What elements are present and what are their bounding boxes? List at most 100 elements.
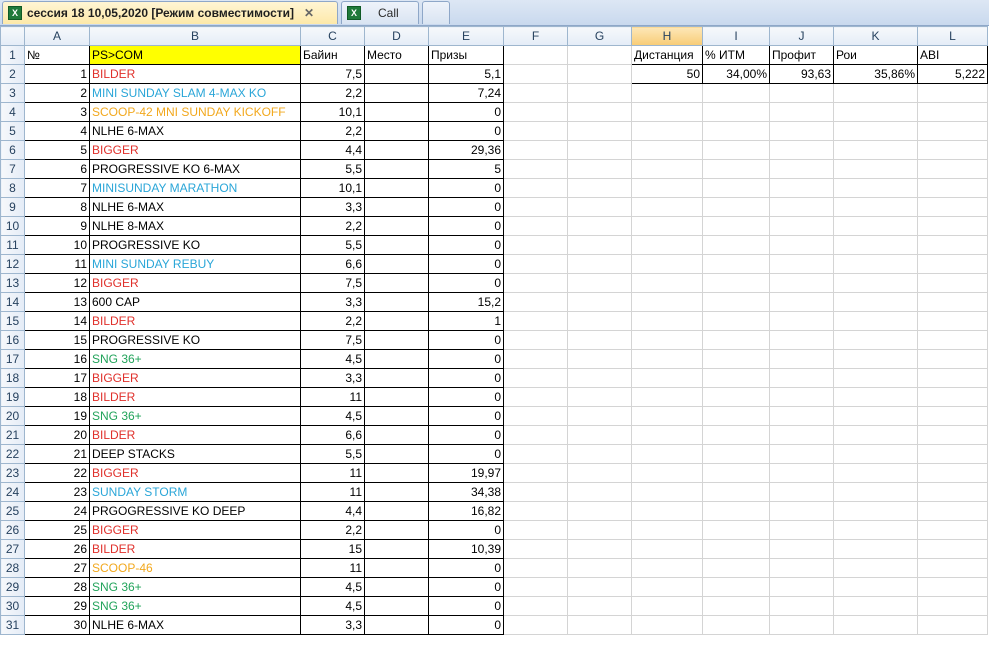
cell-tournament-name[interactable]: SNG 36+ [89, 577, 301, 597]
cell[interactable] [833, 577, 918, 597]
cell-number[interactable]: 4 [24, 121, 90, 141]
cell[interactable] [702, 406, 770, 426]
cell-place[interactable] [364, 159, 429, 179]
cell[interactable] [567, 292, 632, 312]
row-header[interactable]: 31 [0, 615, 25, 635]
cell-place[interactable] [364, 121, 429, 141]
cell-tournament-name[interactable]: MINISUNDAY MARATHON [89, 178, 301, 198]
cell[interactable] [631, 577, 703, 597]
cell[interactable] [702, 235, 770, 255]
cell-tournament-name[interactable]: BILDER [89, 425, 301, 445]
cell[interactable] [503, 615, 568, 635]
cell[interactable] [769, 159, 834, 179]
header-cell-tournament[interactable]: PS>COM [89, 45, 301, 65]
cell[interactable] [917, 292, 988, 312]
row-header[interactable]: 26 [0, 520, 25, 540]
cell[interactable] [503, 577, 568, 597]
cell-place[interactable] [364, 102, 429, 122]
cell[interactable] [631, 330, 703, 350]
cell[interactable] [702, 349, 770, 369]
cell[interactable] [567, 273, 632, 293]
cell-place[interactable] [364, 311, 429, 331]
cell[interactable] [702, 311, 770, 331]
cell[interactable] [503, 444, 568, 464]
cell[interactable] [833, 596, 918, 616]
cell[interactable] [567, 159, 632, 179]
row-header[interactable]: 19 [0, 387, 25, 407]
cell-number[interactable]: 27 [24, 558, 90, 578]
cell[interactable] [769, 83, 834, 103]
cell[interactable] [769, 615, 834, 635]
row-header[interactable]: 16 [0, 330, 25, 350]
cell-buyin[interactable]: 7,5 [300, 330, 365, 350]
column-header-g[interactable]: G [567, 26, 632, 46]
cell[interactable] [769, 596, 834, 616]
cell[interactable] [833, 482, 918, 502]
header-cell-distance[interactable]: Дистанция [631, 45, 703, 65]
cell-place[interactable] [364, 596, 429, 616]
cell[interactable] [769, 216, 834, 236]
row-header[interactable]: 21 [0, 425, 25, 445]
cell-number[interactable]: 19 [24, 406, 90, 426]
cell-tournament-name[interactable]: 600 CAP [89, 292, 301, 312]
cell[interactable] [833, 311, 918, 331]
cell[interactable] [503, 178, 568, 198]
cell[interactable] [631, 387, 703, 407]
cell-tournament-name[interactable]: MINI SUNDAY REBUY [89, 254, 301, 274]
close-icon[interactable]: ✕ [304, 6, 314, 20]
cell-prize[interactable]: 19,97 [428, 463, 504, 483]
header-cell-profit[interactable]: Профит [769, 45, 834, 65]
cell-buyin[interactable]: 4,4 [300, 501, 365, 521]
cell-buyin[interactable]: 10,1 [300, 178, 365, 198]
cell-buyin[interactable]: 4,5 [300, 596, 365, 616]
cell-number[interactable]: 25 [24, 520, 90, 540]
cell[interactable] [769, 254, 834, 274]
cell[interactable] [833, 501, 918, 521]
cell[interactable] [702, 159, 770, 179]
cell[interactable] [769, 387, 834, 407]
cell-buyin[interactable]: 2,2 [300, 311, 365, 331]
cell[interactable] [503, 406, 568, 426]
cell[interactable] [702, 463, 770, 483]
cell[interactable] [917, 121, 988, 141]
cell[interactable] [567, 482, 632, 502]
cell[interactable] [631, 425, 703, 445]
cell-place[interactable] [364, 197, 429, 217]
cell[interactable] [833, 349, 918, 369]
cell[interactable] [631, 520, 703, 540]
column-header-k[interactable]: K [833, 26, 918, 46]
cell-tournament-name[interactable]: MINI SUNDAY SLAM 4-MAX KO [89, 83, 301, 103]
cell[interactable] [567, 235, 632, 255]
cell-number[interactable]: 26 [24, 539, 90, 559]
cell-place[interactable] [364, 330, 429, 350]
header-cell-number[interactable]: № [24, 45, 90, 65]
cell-buyin[interactable]: 2,2 [300, 520, 365, 540]
cell[interactable] [503, 64, 568, 84]
tab-session[interactable]: X сессия 18 10,05,2020 [Режим совместимо… [2, 1, 338, 24]
cell-place[interactable] [364, 273, 429, 293]
cell-place[interactable] [364, 235, 429, 255]
cell[interactable] [769, 406, 834, 426]
row-header[interactable]: 18 [0, 368, 25, 388]
cell-tournament-name[interactable]: BIGGER [89, 140, 301, 160]
cell[interactable] [769, 121, 834, 141]
cell[interactable] [769, 482, 834, 502]
cell[interactable] [631, 349, 703, 369]
cell-number[interactable]: 21 [24, 444, 90, 464]
cell-buyin[interactable]: 11 [300, 482, 365, 502]
cell-number[interactable]: 15 [24, 330, 90, 350]
cell[interactable] [769, 178, 834, 198]
cell-place[interactable] [364, 140, 429, 160]
cell[interactable] [503, 520, 568, 540]
cell-number[interactable]: 16 [24, 349, 90, 369]
cell-prize[interactable]: 0 [428, 425, 504, 445]
cell[interactable] [503, 235, 568, 255]
cell-buyin[interactable]: 5,5 [300, 159, 365, 179]
cell[interactable] [917, 102, 988, 122]
cell-prize[interactable]: 0 [428, 406, 504, 426]
row-header[interactable]: 22 [0, 444, 25, 464]
cell[interactable] [503, 349, 568, 369]
cell-number[interactable]: 2 [24, 83, 90, 103]
cell[interactable] [917, 463, 988, 483]
cell[interactable] [833, 197, 918, 217]
